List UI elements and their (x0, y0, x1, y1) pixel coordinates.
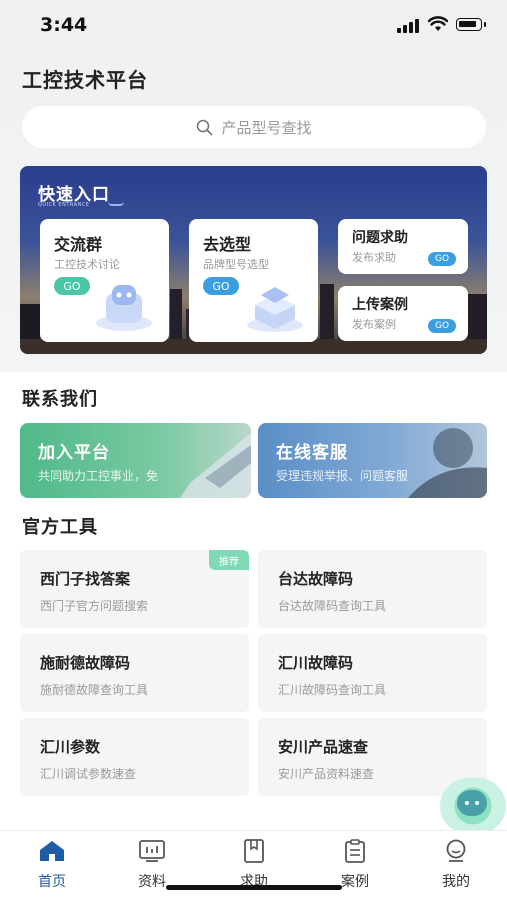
tab-profile[interactable]: 我的 (426, 839, 486, 891)
go-button[interactable]: GO (54, 277, 90, 295)
contact-card-subtitle: 共同助力工控事业，免 (38, 469, 159, 483)
quick-card-title: 上传案例 (352, 297, 408, 313)
tool-title: 汇川故障码 (278, 654, 354, 672)
search-icon (197, 119, 213, 135)
tool-title: 汇川参数 (40, 738, 101, 756)
tool-title: 施耐德故障码 (40, 654, 131, 672)
tool-title: 西门子找答案 (40, 570, 131, 588)
chat-robot-illustration-icon (96, 285, 152, 331)
contact-card-subtitle: 受理违规举报、问题客服 (276, 469, 409, 483)
cellular-signal-icon (397, 17, 421, 33)
chat-bubble-icon (457, 790, 487, 816)
quick-card-subtitle: 发布案例 (352, 318, 396, 331)
quick-entrance-subtitle: QUICK ENTRANCE (38, 202, 90, 208)
quick-card-subtitle: 工控技术讨论 (54, 258, 120, 271)
tool-subtitle: 安川产品资料速查 (278, 767, 375, 781)
page-title: 工控技术平台 (22, 68, 148, 92)
tool-subtitle: 汇川调试参数速查 (40, 767, 137, 781)
search-placeholder: 产品型号查找 (221, 118, 312, 137)
quick-card-subtitle: 品牌型号选型 (203, 258, 269, 271)
clipboard-icon (345, 839, 365, 863)
tool-inovance-fault-code[interactable]: 汇川故障码 汇川故障码查询工具 (258, 634, 487, 712)
profile-icon (446, 839, 466, 862)
tab-cases[interactable]: 案例 (325, 839, 385, 891)
contact-section-title: 联系我们 (22, 389, 98, 410)
contact-card-title: 加入平台 (38, 443, 110, 463)
box-stack-illustration-icon (247, 287, 303, 332)
quick-card-help[interactable]: 问题求助 发布求助 GO (338, 219, 468, 274)
recommend-badge: 推荐 (209, 550, 249, 570)
join-platform-card[interactable]: 加入平台 共同助力工控事业，免 (20, 423, 251, 498)
contact-card-title: 在线客服 (276, 443, 348, 463)
tool-schneider-fault-code[interactable]: 施耐德故障码 施耐德故障查询工具 (20, 634, 249, 712)
tool-title: 安川产品速查 (278, 738, 369, 756)
go-button[interactable]: GO (428, 319, 456, 333)
laptop-hands-image (180, 433, 251, 498)
status-time: 3:44 (40, 14, 88, 36)
go-button[interactable]: GO (428, 252, 456, 266)
book-icon (244, 839, 264, 863)
data-icon (139, 840, 165, 862)
wifi-icon (427, 16, 449, 36)
tab-help[interactable]: 求助 (224, 839, 284, 891)
tool-subtitle: 施耐德故障查询工具 (40, 683, 149, 697)
tab-data[interactable]: 资料 (122, 839, 182, 891)
customer-service-image (408, 428, 487, 498)
tool-inovance-params[interactable]: 汇川参数 汇川调试参数速查 (20, 718, 249, 796)
decorative-curve (108, 202, 124, 206)
online-service-card[interactable]: 在线客服 受理违规举报、问题客服 (258, 423, 487, 498)
quick-card-selection[interactable]: 去选型 品牌型号选型 GO (189, 219, 318, 342)
quick-card-title: 交流群 (54, 235, 103, 254)
tool-siemens-answers[interactable]: 推荐 西门子找答案 西门子官方问题搜索 (20, 550, 249, 628)
quick-card-title: 去选型 (203, 235, 252, 254)
go-button[interactable]: GO (203, 277, 239, 295)
tool-subtitle: 汇川故障码查询工具 (278, 683, 387, 697)
tool-subtitle: 西门子官方问题搜索 (40, 599, 149, 613)
tools-section-title: 官方工具 (22, 517, 98, 538)
search-input[interactable]: 产品型号查找 (22, 106, 486, 148)
home-icon (40, 841, 64, 861)
quick-card-chat-group[interactable]: 交流群 工控技术讨论 GO (40, 219, 169, 342)
quick-card-subtitle: 发布求助 (352, 251, 396, 264)
tool-subtitle: 台达故障码查询工具 (278, 599, 387, 613)
battery-icon (456, 18, 486, 31)
quick-card-title: 问题求助 (352, 230, 408, 246)
tab-home[interactable]: 首页 (22, 839, 82, 891)
tool-title: 台达故障码 (278, 570, 354, 588)
home-indicator (166, 885, 342, 890)
tab-label: 我的 (442, 874, 470, 890)
tab-label: 首页 (38, 874, 66, 890)
quick-card-upload-case[interactable]: 上传案例 发布案例 GO (338, 286, 468, 341)
tool-delta-fault-code[interactable]: 台达故障码 台达故障码查询工具 (258, 550, 487, 628)
status-bar: 3:44 (0, 0, 507, 52)
floating-chat-button[interactable] (440, 778, 506, 834)
